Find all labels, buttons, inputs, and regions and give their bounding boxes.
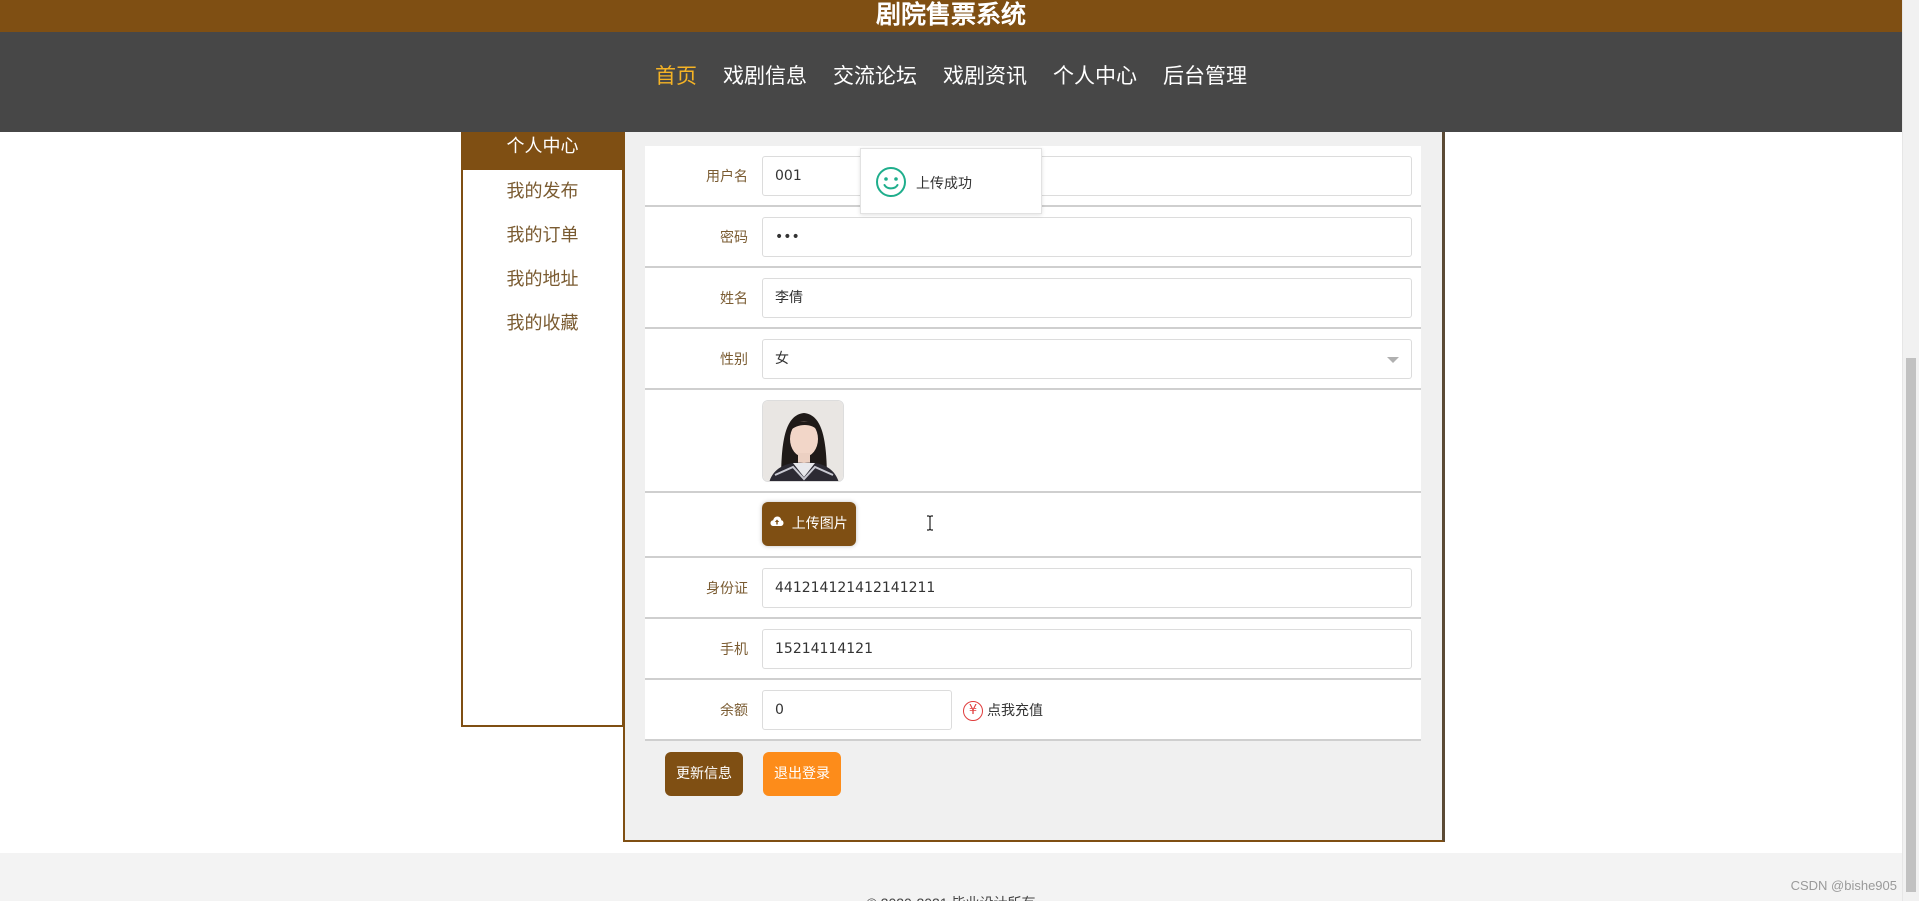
gender-selected-value: 女 <box>775 351 789 367</box>
form-row-phone: 手机 15214114121 <box>645 619 1421 680</box>
id-card-input[interactable]: 441214121412141211 <box>762 568 1412 608</box>
nav-item-home[interactable]: 首页 <box>642 60 710 92</box>
upload-button-label: 上传图片 <box>791 516 848 532</box>
profile-panel: 用户名 001 密码 ••• 姓名 李倩 性别 女 上传图片 身份证 44121… <box>623 132 1445 842</box>
footer: © 2020-2021 毕业设计所有 <box>0 853 1902 901</box>
nav-item-drama-info[interactable]: 戏剧信息 <box>710 60 820 92</box>
recharge-link[interactable]: ¥ 点我充值 <box>963 700 1043 721</box>
cloud-upload-icon <box>770 501 784 545</box>
yen-icon: ¥ <box>963 701 983 721</box>
sidebar-item-my-orders[interactable]: 我的订单 <box>463 214 622 258</box>
avatar-photo-icon <box>763 401 843 481</box>
nav-item-drama-news[interactable]: 戏剧资讯 <box>930 60 1040 92</box>
form-row-name: 姓名 李倩 <box>645 268 1421 329</box>
balance-label: 余额 <box>720 703 748 719</box>
form-row-balance: 余额 0 ¥ 点我充值 <box>645 680 1421 741</box>
recharge-label: 点我充值 <box>987 703 1043 719</box>
phone-input[interactable]: 15214114121 <box>762 629 1412 669</box>
name-input[interactable]: 李倩 <box>762 278 1412 318</box>
update-info-button[interactable]: 更新信息 <box>665 752 743 796</box>
form-row-upload: 上传图片 <box>645 493 1421 558</box>
chevron-down-icon <box>1387 357 1399 363</box>
app-title: 剧院售票系统 <box>875 1 1026 29</box>
username-label: 用户名 <box>706 169 748 185</box>
csdn-watermark: CSDN @bishe905 <box>1790 878 1897 893</box>
sidebar-item-my-favorites[interactable]: 我的收藏 <box>463 302 622 346</box>
nav-item-forum[interactable]: 交流论坛 <box>820 60 930 92</box>
gender-select[interactable]: 女 <box>762 339 1412 379</box>
profile-form: 用户名 001 密码 ••• 姓名 李倩 性别 女 上传图片 身份证 44121… <box>645 146 1421 741</box>
phone-label: 手机 <box>720 642 748 658</box>
smile-icon <box>876 167 906 197</box>
avatar <box>762 400 844 482</box>
name-label: 姓名 <box>720 291 748 307</box>
main-nav-bar: 首页 戏剧信息 交流论坛 戏剧资讯 个人中心 后台管理 <box>0 32 1902 132</box>
form-row-gender: 性别 女 <box>645 329 1421 390</box>
password-label: 密码 <box>720 230 748 246</box>
main-nav: 首页 戏剧信息 交流论坛 戏剧资讯 个人中心 后台管理 <box>0 60 1902 92</box>
toast-message: 上传成功 <box>916 176 972 192</box>
sidebar: 个人中心 我的发布 我的订单 我的地址 我的收藏 <box>461 132 624 727</box>
sidebar-item-my-address[interactable]: 我的地址 <box>463 258 622 302</box>
scrollbar-thumb[interactable] <box>1906 358 1916 892</box>
logout-button[interactable]: 退出登录 <box>763 752 841 796</box>
sidebar-item-my-posts[interactable]: 我的发布 <box>463 170 622 214</box>
gender-label: 性别 <box>720 352 748 368</box>
form-row-id-card: 身份证 441214121412141211 <box>645 558 1421 619</box>
text-cursor-icon <box>927 515 933 531</box>
sidebar-item-personal-center[interactable]: 个人中心 <box>463 132 622 170</box>
balance-input[interactable]: 0 <box>762 690 952 730</box>
nav-item-personal-center[interactable]: 个人中心 <box>1040 60 1150 92</box>
form-row-password: 密码 ••• <box>645 207 1421 268</box>
password-input[interactable]: ••• <box>762 217 1412 257</box>
page-scrollbar[interactable] <box>1902 0 1919 901</box>
app-title-bar: 剧院售票系统 <box>0 0 1902 32</box>
upload-image-button[interactable]: 上传图片 <box>762 502 856 546</box>
form-row-avatar <box>645 390 1421 493</box>
footer-copyright: © 2020-2021 毕业设计所有 <box>0 893 1902 901</box>
id-card-label: 身份证 <box>706 581 748 597</box>
upload-success-toast: 上传成功 <box>860 148 1042 214</box>
nav-item-admin[interactable]: 后台管理 <box>1150 60 1260 92</box>
